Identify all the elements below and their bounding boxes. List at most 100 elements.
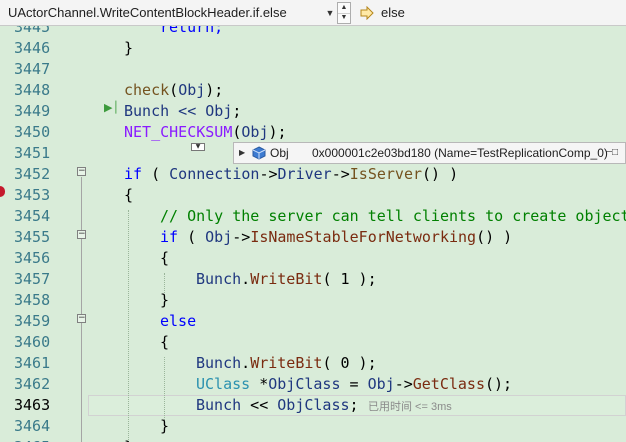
code-line: if ( Obj->IsNameStableForNetworking() ) xyxy=(160,227,512,248)
line-number: 3447 xyxy=(14,60,51,78)
outline-bar xyxy=(81,177,82,442)
line-number-current: 3463 xyxy=(14,396,51,414)
code-editor[interactable]: − − − 3445 3446 3447 3448 3449 3450 3451… xyxy=(0,26,626,442)
code-text: } xyxy=(124,438,133,442)
code-text: * xyxy=(250,375,269,393)
code-line: check(Obj); xyxy=(124,80,223,101)
code-comment: // Only the server can tell clients to c… xyxy=(160,207,626,225)
smart-tag-icon[interactable]: ▼ xyxy=(191,143,205,151)
line-number: 3456 xyxy=(14,249,51,267)
pin-icon[interactable]: ┄□ xyxy=(602,145,622,161)
line-number: 3451 xyxy=(14,144,51,162)
code-text: { xyxy=(160,249,170,267)
member-label: else xyxy=(381,5,405,20)
spin-down-icon[interactable]: ▼ xyxy=(338,13,350,23)
current-statement-arrow-icon[interactable]: ▶│ xyxy=(104,101,119,114)
code-line: if ( Connection->Driver->IsServer() ) xyxy=(124,164,458,185)
code-line: } xyxy=(160,290,169,311)
code-text: = xyxy=(340,375,368,393)
code-variable: Obj xyxy=(205,102,233,120)
code-text: { xyxy=(124,186,134,204)
line-number: 3459 xyxy=(14,312,51,330)
code-function: check xyxy=(124,81,170,99)
code-text: ( xyxy=(142,165,170,183)
code-variable: ObjClass xyxy=(277,396,350,414)
code-keyword: else xyxy=(160,312,197,330)
code-variable: Bunch xyxy=(196,354,242,372)
code-text: Bunch << xyxy=(124,102,206,120)
code-text: << xyxy=(241,396,278,414)
code-line: { xyxy=(160,248,169,269)
code-function: GetClass xyxy=(412,375,485,393)
code-line: return; xyxy=(160,26,223,38)
code-function: WriteBit xyxy=(250,270,323,288)
scope-label: UActorChannel.WriteContentBlockHeader.if… xyxy=(8,5,287,20)
code-line: Bunch.WriteBit( 0 ); xyxy=(196,353,377,374)
navigation-bar: UActorChannel.WriteContentBlockHeader.if… xyxy=(0,0,626,26)
code-text: (); xyxy=(485,375,513,393)
line-number: 3445 xyxy=(14,26,51,36)
code-text: } xyxy=(160,417,170,435)
code-line: { xyxy=(160,332,169,353)
indent-guide xyxy=(164,357,165,420)
code-text: ( xyxy=(169,81,179,99)
chevron-down-icon[interactable]: ▼ xyxy=(324,5,336,21)
code-text: ( 0 ); xyxy=(322,354,377,372)
code-keyword: if xyxy=(160,228,179,246)
code-text: . xyxy=(241,354,251,372)
code-text: ); xyxy=(205,81,224,99)
scope-dropdown[interactable]: UActorChannel.WriteContentBlockHeader.if… xyxy=(8,4,328,22)
code-line: } xyxy=(124,437,133,442)
code-text: { xyxy=(160,333,170,351)
line-number: 3458 xyxy=(14,291,51,309)
code-variable: Obj xyxy=(367,375,395,393)
code-line: // Only the server can tell clients to c… xyxy=(160,206,626,227)
line-number: 3448 xyxy=(14,81,51,99)
code-function: IsServer xyxy=(349,165,423,183)
code-text: () ) xyxy=(422,165,459,183)
line-number: 3452 xyxy=(14,165,51,183)
code-line-current: Bunch << ObjClass; xyxy=(196,395,359,416)
code-keyword: if xyxy=(124,165,143,183)
line-number: 3464 xyxy=(14,417,51,435)
code-line: else xyxy=(160,311,196,332)
code-keyword: return; xyxy=(160,26,224,36)
line-number: 3457 xyxy=(14,270,51,288)
code-text: . xyxy=(241,270,251,288)
code-variable: Bunch xyxy=(196,270,242,288)
code-variable: ObjClass xyxy=(268,375,341,393)
datatip-value[interactable]: 0x000001c2e03bd180 (Name=TestReplication… xyxy=(312,146,608,161)
collapse-toggle-icon[interactable]: − xyxy=(77,167,86,176)
code-text: ; xyxy=(349,396,359,414)
code-variable: Bunch xyxy=(196,396,242,414)
code-text: -> xyxy=(259,165,278,183)
line-number: 3453 xyxy=(14,186,51,204)
code-line: UClass *ObjClass = Obj->GetClass(); xyxy=(196,374,512,395)
code-macro: NET_CHECKSUM xyxy=(124,123,233,141)
datatip-name[interactable]: Obj xyxy=(270,146,289,161)
code-variable: Driver xyxy=(277,165,332,183)
code-variable: Obj xyxy=(241,123,269,141)
code-line: } xyxy=(160,416,169,437)
perf-tip-hint: 已用时间 <= 3ms xyxy=(368,401,452,413)
code-text: ( 1 ); xyxy=(322,270,377,288)
code-variable: Connection xyxy=(169,165,260,183)
code-variable: Obj xyxy=(178,81,206,99)
expand-triangle-icon[interactable]: ▶ xyxy=(239,147,245,159)
line-number: 3461 xyxy=(14,354,51,372)
code-text: ; xyxy=(232,102,242,120)
member-dropdown[interactable]: else xyxy=(381,4,405,22)
object-icon xyxy=(252,146,266,160)
code-line: NET_CHECKSUM(Obj); xyxy=(124,122,287,143)
code-function: IsNameStableForNetworking xyxy=(250,228,477,246)
collapse-toggle-icon[interactable]: − xyxy=(77,230,86,239)
spin-buttons-icon[interactable]: ▲ ▼ xyxy=(337,2,351,24)
line-number: 3454 xyxy=(14,207,51,225)
code-text: ( xyxy=(178,228,206,246)
code-text: -> xyxy=(232,228,251,246)
collapse-toggle-icon[interactable]: − xyxy=(77,314,86,323)
line-number: 3465 xyxy=(14,437,78,442)
datatip[interactable]: ▶ Obj 0x000001c2e03bd180 (Name=TestRepli… xyxy=(233,142,626,164)
breakpoint-icon[interactable] xyxy=(0,186,5,197)
line-number: 3449 xyxy=(14,102,51,120)
